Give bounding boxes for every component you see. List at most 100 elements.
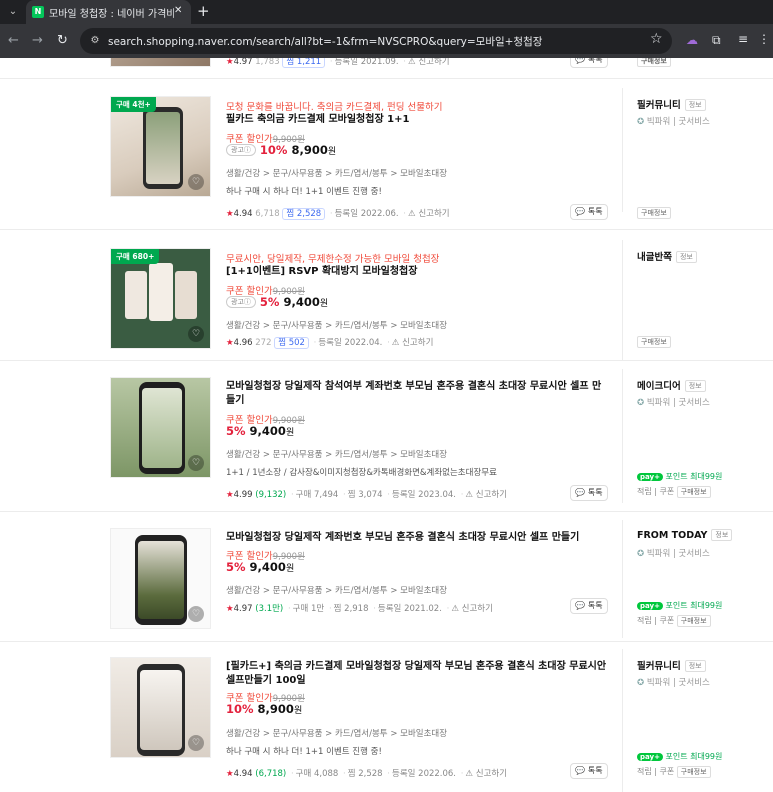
mall-grade: ✪ 빅파워 | 굿서비스: [637, 398, 710, 408]
talk-button[interactable]: 💬 톡톡: [570, 598, 608, 614]
buy-info-button[interactable]: 구매정보: [676, 766, 711, 778]
product-thumbnail[interactable]: [110, 58, 211, 67]
npay-point[interactable]: pay+ 포인트 최대99원: [637, 600, 722, 611]
mall-grade: ✪ 빅파워 | 굿서비스: [637, 549, 710, 559]
heart-icon[interactable]: ♡: [188, 326, 204, 342]
zim-count[interactable]: 찜 502: [274, 337, 309, 349]
price: 5% 9,400원: [226, 424, 295, 438]
new-tab-icon[interactable]: +: [197, 2, 210, 20]
product-meta: ★4.99 (9,132) · 구매 7,494 · 찜 3,074 · 등록일 20…: [226, 490, 508, 500]
report-link[interactable]: 신고하기: [476, 769, 507, 779]
heart-icon[interactable]: ♡: [188, 606, 204, 622]
heart-icon[interactable]: ♡: [188, 174, 204, 190]
address-bar[interactable]: ⚙ search.shopping.naver.com/search/all?b…: [80, 28, 672, 54]
column-divider: [622, 649, 623, 792]
product-thumbnail[interactable]: ♡: [110, 528, 211, 629]
report-icon: ⚠: [465, 490, 474, 500]
buy-info-button[interactable]: 구매정보: [637, 207, 671, 219]
extension-icon[interactable]: ☁: [686, 33, 698, 47]
mall-grade: ✪ 빅파워 | 굿서비스: [637, 117, 710, 127]
forward-icon[interactable]: →: [32, 33, 43, 48]
buy-info-button[interactable]: 구매정보: [676, 486, 711, 498]
tab-search-icon[interactable]: ⌄: [5, 5, 21, 19]
report-icon: ⚠: [465, 769, 474, 779]
npay-badge: pay+: [637, 473, 663, 481]
browser-toolbar: ← → ↻ ⚙ search.shopping.naver.com/search…: [0, 24, 773, 58]
heart-icon[interactable]: ♡: [188, 455, 204, 471]
promo-text: 모청 문화를 바꿉니다. 축의금 카드결제, 펀딩 선물하기: [226, 102, 443, 113]
product-title[interactable]: 필카드 축의금 카드결제 모바일청첩장 1+1: [226, 113, 610, 127]
active-tab[interactable]: N 모바일 청첩장 : 네이버 가격비교 ✕: [26, 0, 191, 24]
product-title[interactable]: 모바일청첩장 당일제작 참석여부 계좌번호 부모님 혼주용 결혼식 초대장 무료…: [226, 380, 610, 408]
npay-point[interactable]: pay+ 포인트 최대99원: [637, 751, 722, 762]
heart-icon[interactable]: ♡: [188, 735, 204, 751]
report-icon: ⚠: [408, 209, 416, 219]
report-icon: ⚠: [451, 604, 459, 614]
extensions-puzzle-icon[interactable]: ⧉: [712, 33, 721, 48]
product-description: 하나 구매 시 하나 더! 1+1 이벤트 진행 중!: [226, 747, 382, 757]
url-text[interactable]: search.shopping.naver.com/search/all?bt=…: [108, 34, 542, 49]
product-list: ★4.97 1,783 찜 1,211 · 등록일 2021.09. · ⚠ 신고하…: [0, 58, 773, 792]
buy-info-button[interactable]: 구매정보: [637, 336, 671, 348]
talk-button[interactable]: 💬 톡톡: [570, 485, 608, 501]
npay-point[interactable]: pay+ 포인트 최대99원: [637, 471, 722, 482]
mall-name[interactable]: 내글반쪽 정보: [637, 249, 697, 263]
report-link[interactable]: 신고하기: [476, 490, 507, 500]
report-link[interactable]: 신고하기: [462, 604, 493, 614]
talk-button[interactable]: 💬 톡톡: [570, 204, 608, 220]
report-link[interactable]: 신고하기: [418, 58, 449, 67]
category-path[interactable]: 생활/건강 > 문구/사무용품 > 카드/엽서/봉투 > 모바일초대장: [226, 167, 447, 179]
product-meta: ★4.94 6,718 찜 2,528 · 등록일 2022.06. · ⚠ 신고하…: [226, 208, 450, 220]
product-thumbnail[interactable]: ♡: [110, 657, 211, 758]
price: 광고ⓘ 10% 8,900원: [226, 143, 336, 157]
mall-name[interactable]: 메이크디어 정보: [637, 378, 706, 392]
product-meta: ★4.97 1,783 찜 1,211 · 등록일 2021.09. · ⚠ 신고하…: [226, 58, 450, 68]
zim-count[interactable]: 찜 2,528: [348, 769, 383, 779]
row-separator: [0, 78, 773, 79]
mall-name[interactable]: FROM TODAY 정보: [637, 529, 733, 541]
product-thumbnail[interactable]: 구매 4천+ ♡: [110, 96, 211, 197]
bookmark-star-icon[interactable]: ☆: [650, 31, 663, 47]
purchase-badge: 구매 4천+: [111, 97, 156, 112]
site-info-icon[interactable]: ⚙: [88, 34, 102, 48]
reading-list-icon[interactable]: ≡: [738, 32, 748, 46]
talk-button[interactable]: 💬 톡톡: [570, 58, 608, 68]
zim-count[interactable]: 찜 2,918: [334, 604, 369, 614]
back-icon[interactable]: ←: [8, 33, 19, 48]
product-title[interactable]: [필카드+] 축의금 카드결제 모바일청첩장 당일제작 부모님 혼주용 결혼식 …: [226, 660, 610, 688]
product-title[interactable]: 모바일청첩장 당일제작 계좌번호 부모님 혼주용 결혼식 초대장 무료시안 셀프…: [226, 531, 610, 545]
product-description: 1+1 / 1년소장 / 감사장&이미지청첩장&카톡배경화면&계좌없는초대장무료: [226, 468, 497, 478]
close-icon[interactable]: ✕: [174, 5, 182, 16]
product-description: 하나 구매 시 하나 더! 1+1 이벤트 진행 중!: [226, 187, 382, 197]
row-separator: [0, 360, 773, 361]
mall-name[interactable]: 필커뮤니티 정보: [637, 97, 706, 111]
category-path[interactable]: 생활/건강 > 문구/사무용품 > 카드/엽서/봉투 > 모바일초대장: [226, 448, 447, 460]
menu-icon[interactable]: ⋮: [758, 32, 770, 46]
price: 10% 8,900원: [226, 702, 303, 716]
product-thumbnail[interactable]: ♡: [110, 377, 211, 478]
talk-button[interactable]: 💬 톡톡: [570, 763, 608, 779]
price: 5% 9,400원: [226, 560, 295, 574]
product-meta: ★4.97 (3.1만) · 구매 1만 · 찜 2,918 · 등록일 2021.0…: [226, 604, 493, 614]
mall-name[interactable]: 필커뮤니티 정보: [637, 658, 706, 672]
ad-badge[interactable]: 광고ⓘ: [226, 296, 256, 308]
product-thumbnail[interactable]: 구매 680+ ♡: [110, 248, 211, 349]
npay-badge: pay+: [637, 753, 663, 761]
column-divider: [622, 520, 623, 638]
buy-info-button[interactable]: 구매정보: [637, 58, 671, 67]
category-path[interactable]: 생활/건강 > 문구/사무용품 > 카드/엽서/봉투 > 모바일초대장: [226, 319, 447, 331]
column-divider: [622, 88, 623, 212]
reload-icon[interactable]: ↻: [57, 33, 68, 48]
report-link[interactable]: 신고하기: [402, 338, 433, 348]
product-title[interactable]: [1+1이벤트] RSVP 확대방지 모바일청첩장: [226, 265, 610, 279]
buy-info-button[interactable]: 구매정보: [676, 615, 711, 627]
zim-count[interactable]: 찜 2,528: [282, 208, 326, 220]
category-path[interactable]: 생활/건강 > 문구/사무용품 > 카드/엽서/봉투 > 모바일초대장: [226, 584, 447, 596]
report-link[interactable]: 신고하기: [418, 209, 449, 219]
ad-badge[interactable]: 광고ⓘ: [226, 144, 256, 156]
zim-count[interactable]: 찜 1,211: [282, 58, 326, 68]
category-path[interactable]: 생활/건강 > 문구/사무용품 > 카드/엽서/봉투 > 모바일초대장: [226, 727, 447, 739]
zim-count[interactable]: 찜 3,074: [348, 490, 383, 500]
price: 광고ⓘ 5% 9,400원: [226, 295, 328, 309]
grade-medal-icon: ✪: [637, 117, 645, 127]
